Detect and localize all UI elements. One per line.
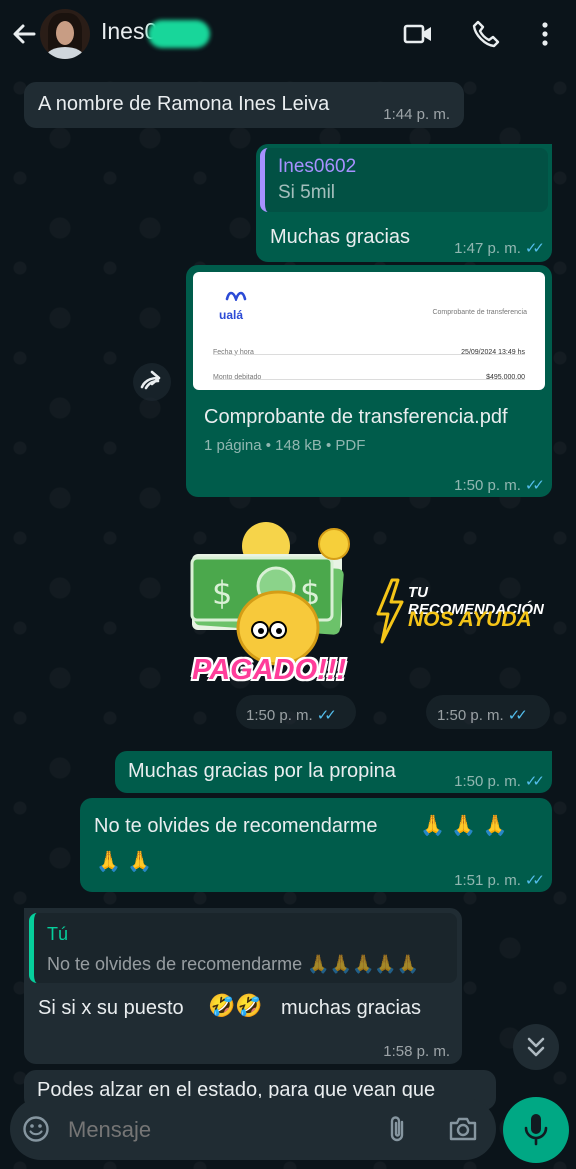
message-text: muchas gracias	[281, 997, 422, 1019]
quote-author: Ines0602	[278, 156, 357, 177]
message-time-wrap: 1:50 p. m. ✓✓	[454, 473, 545, 499]
message-time: 1:51 p. m.	[454, 872, 521, 889]
message-document[interactable]: ualá Comprobante de transferencia Fecha …	[186, 265, 552, 497]
read-ticks-icon: ✓✓	[316, 707, 337, 724]
redaction-blur	[148, 20, 210, 48]
message-time: 1:44 p. m.	[383, 106, 450, 123]
chat-screen: Ines0 A nombre de Ramona Ines Leiva 1:44…	[0, 0, 576, 1169]
sticker-text: PAGADO!!!	[192, 654, 347, 686]
sticker-time-pill: 1:50 p. m. ✓✓	[426, 695, 550, 729]
message-incoming[interactable]: Tú No te olvides de recomendarme 🙏🙏🙏🙏🙏 S…	[24, 908, 462, 1064]
quote-author: Tú	[47, 924, 69, 944]
emoji-text: 🙏 🙏	[96, 849, 153, 873]
read-ticks-icon: ✓✓	[524, 773, 545, 790]
pdf-header: Comprobante de transferencia	[432, 309, 527, 316]
emoji-icon[interactable]	[22, 1115, 50, 1143]
svg-text:$: $	[212, 574, 232, 612]
double-chevron-down-icon	[527, 1037, 545, 1057]
paperclip-icon[interactable]	[384, 1114, 412, 1144]
camera-icon[interactable]	[448, 1115, 478, 1143]
pdf-row-value: 25/09/2024 13:49 hs	[461, 349, 525, 356]
reply-quote[interactable]: Ines0602 Si 5mil	[260, 148, 548, 212]
sticker-line2: NOS AYUDA	[408, 608, 532, 631]
emoji-text: 🤣🤣	[208, 994, 263, 1019]
file-name: Comprobante de transferencia.pdf	[204, 406, 508, 428]
message-time-wrap: 1:50 p. m. ✓✓	[246, 703, 337, 729]
message-text: No te olvides de recomendarme	[94, 815, 378, 837]
quote-text: Si 5mil	[278, 182, 336, 203]
pdf-row-label: Monto debitado	[213, 374, 262, 381]
read-ticks-icon: ✓✓	[524, 872, 545, 889]
message-text: A nombre de Ramona Ines Leiva	[38, 93, 330, 115]
message-time: 1:50 p. m.	[437, 707, 504, 724]
message-text: Muchas gracias por la propina	[128, 760, 396, 782]
pdf-row-value: $495.000,00	[486, 374, 525, 381]
pdf-divider	[213, 379, 525, 380]
message-time-wrap: 1:47 p. m. ✓✓	[454, 236, 545, 262]
read-ticks-icon: ✓✓	[507, 707, 528, 724]
message-time: 1:50 p. m.	[454, 773, 521, 790]
sticker-time-pill: 1:50 p. m. ✓✓	[236, 695, 356, 729]
sticker-pagado[interactable]: $ $ PAGADO!!!	[184, 518, 356, 694]
more-vertical-icon[interactable]	[529, 18, 561, 50]
message-time: 1:47 p. m.	[454, 240, 521, 257]
message-time: 1:50 p. m.	[454, 477, 521, 494]
phone-icon[interactable]	[470, 18, 502, 50]
message-text: Si si x su puesto	[38, 997, 184, 1019]
avatar[interactable]	[40, 9, 90, 59]
message-time: 1:50 p. m.	[246, 707, 313, 724]
lightning-icon	[376, 578, 404, 644]
message-time-wrap: 1:50 p. m. ✓✓	[437, 703, 528, 729]
message-outgoing[interactable]: No te olvides de recomendarme 🙏 🙏 🙏 🙏 🙏 …	[80, 798, 552, 892]
quote-text: No te olvides de recomendarme 🙏🙏🙏🙏🙏	[47, 954, 420, 974]
message-text: Muchas gracias	[270, 226, 411, 248]
pdf-preview[interactable]: ualá Comprobante de transferencia Fecha …	[193, 272, 545, 390]
pdf-divider	[213, 354, 525, 355]
message-input[interactable]	[66, 1111, 370, 1149]
pdf-row-label: Fecha y hora	[213, 349, 254, 356]
pdf-logo: ualá	[219, 308, 244, 322]
read-ticks-icon: ✓✓	[524, 240, 545, 257]
emoji-text: 🙏 🙏 🙏	[420, 813, 508, 837]
message-outgoing[interactable]: Muchas gracias por la propina 1:50 p. m.…	[115, 751, 552, 793]
scroll-down-button[interactable]	[513, 1024, 559, 1070]
message-time: 1:58 p. m.	[383, 1043, 450, 1060]
arrow-left-icon[interactable]	[10, 20, 38, 48]
reply-quote[interactable]: Tú No te olvides de recomendarme 🙏🙏🙏🙏🙏	[29, 913, 457, 983]
forward-icon	[140, 370, 161, 390]
message-outgoing[interactable]: Ines0602 Si 5mil Muchas gracias 1:47 p. …	[256, 144, 552, 262]
message-input-bar	[10, 1098, 496, 1160]
forward-button[interactable]	[133, 363, 171, 401]
message-incoming[interactable]: A nombre de Ramona Ines Leiva 1:44 p. m.	[24, 82, 464, 128]
mic-button[interactable]	[503, 1097, 569, 1163]
uala-logo-icon	[225, 291, 247, 301]
message-time-wrap: 1:51 p. m. ✓✓	[454, 868, 545, 894]
microphone-icon	[524, 1114, 548, 1146]
video-call-icon[interactable]	[402, 18, 434, 50]
read-ticks-icon: ✓✓	[524, 477, 545, 494]
sticker-recomendacion[interactable]: TU RECOMENDACIÓN NOS AYUDA	[372, 572, 552, 648]
message-time-wrap: 1:50 p. m. ✓✓	[454, 769, 545, 795]
chat-header: Ines0	[0, 0, 576, 68]
file-meta: 1 página • 148 kB • PDF	[204, 437, 366, 454]
